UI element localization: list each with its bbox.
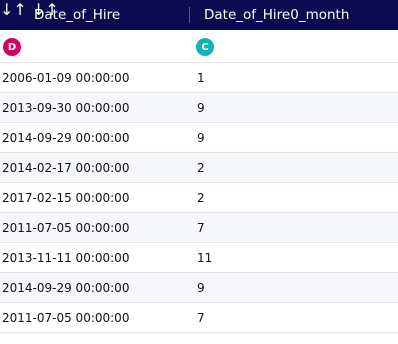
category-type-badge: C	[196, 38, 214, 56]
table-row[interactable]: 2011-07-05 00:00:00 7	[0, 303, 398, 333]
table-row[interactable]: 2014-09-29 00:00:00 9	[0, 123, 398, 153]
cell-date-of-hire-month[interactable]: 1	[197, 63, 205, 92]
column-header-label: Date_of_Hire	[34, 7, 121, 23]
table-row[interactable]: 2014-02-17 00:00:00 2	[0, 153, 398, 183]
table-row[interactable]: 2017-02-15 00:00:00 2	[0, 183, 398, 213]
cell-date-of-hire[interactable]: 2017-02-15 00:00:00	[2, 183, 129, 212]
cell-date-of-hire[interactable]: 2011-07-05 00:00:00	[2, 213, 129, 242]
cell-date-of-hire[interactable]: 2014-02-17 00:00:00	[2, 153, 129, 182]
table-row[interactable]: 2006-01-09 00:00:00 1	[0, 63, 398, 93]
cell-date-of-hire-month[interactable]: 7	[197, 213, 205, 242]
table-row[interactable]: 2014-09-29 00:00:00 9	[0, 273, 398, 303]
cell-date-of-hire-month[interactable]: 2	[197, 183, 205, 212]
cell-date-of-hire[interactable]: 2006-01-09 00:00:00	[2, 63, 129, 92]
cell-date-of-hire-month[interactable]: 9	[197, 123, 205, 152]
column-type-row: D C	[0, 30, 398, 63]
table-row[interactable]: 2011-07-05 00:00:00 7	[0, 213, 398, 243]
cell-date-of-hire[interactable]: 2013-09-30 00:00:00	[2, 93, 129, 122]
cell-date-of-hire-month[interactable]: 2	[197, 153, 205, 182]
cell-date-of-hire[interactable]: 2014-09-29 00:00:00	[2, 123, 129, 152]
data-grid: Date_of_Hire ↓↑ Date_of_Hire0_month ↓↑ D…	[0, 0, 398, 344]
column-header-date-of-hire-month[interactable]: Date_of_Hire0_month	[204, 0, 349, 30]
cell-date-of-hire[interactable]: 2014-09-29 00:00:00	[2, 273, 129, 302]
cell-date-of-hire-month[interactable]: 9	[197, 273, 205, 302]
column-header-label: Date_of_Hire0_month	[204, 7, 350, 23]
cell-date-of-hire[interactable]: 2011-07-05 00:00:00	[2, 303, 129, 332]
sort-icon[interactable]: ↓↑	[0, 0, 27, 19]
cell-date-of-hire-month[interactable]: 9	[197, 93, 205, 122]
table-row[interactable]: 2013-11-11 00:00:00 11	[0, 243, 398, 273]
cell-date-of-hire[interactable]: 2013-11-11 00:00:00	[2, 243, 129, 272]
grid-header: Date_of_Hire ↓↑ Date_of_Hire0_month ↓↑	[0, 0, 398, 30]
cell-date-of-hire-month[interactable]: 7	[197, 303, 205, 332]
cell-date-of-hire-month[interactable]: 11	[197, 243, 212, 272]
column-header-date-of-hire[interactable]: Date_of_Hire	[34, 0, 120, 30]
column-resize-handle[interactable]	[189, 7, 190, 23]
datetime-type-badge: D	[3, 38, 21, 56]
table-row[interactable]: 2013-09-30 00:00:00 9	[0, 93, 398, 123]
